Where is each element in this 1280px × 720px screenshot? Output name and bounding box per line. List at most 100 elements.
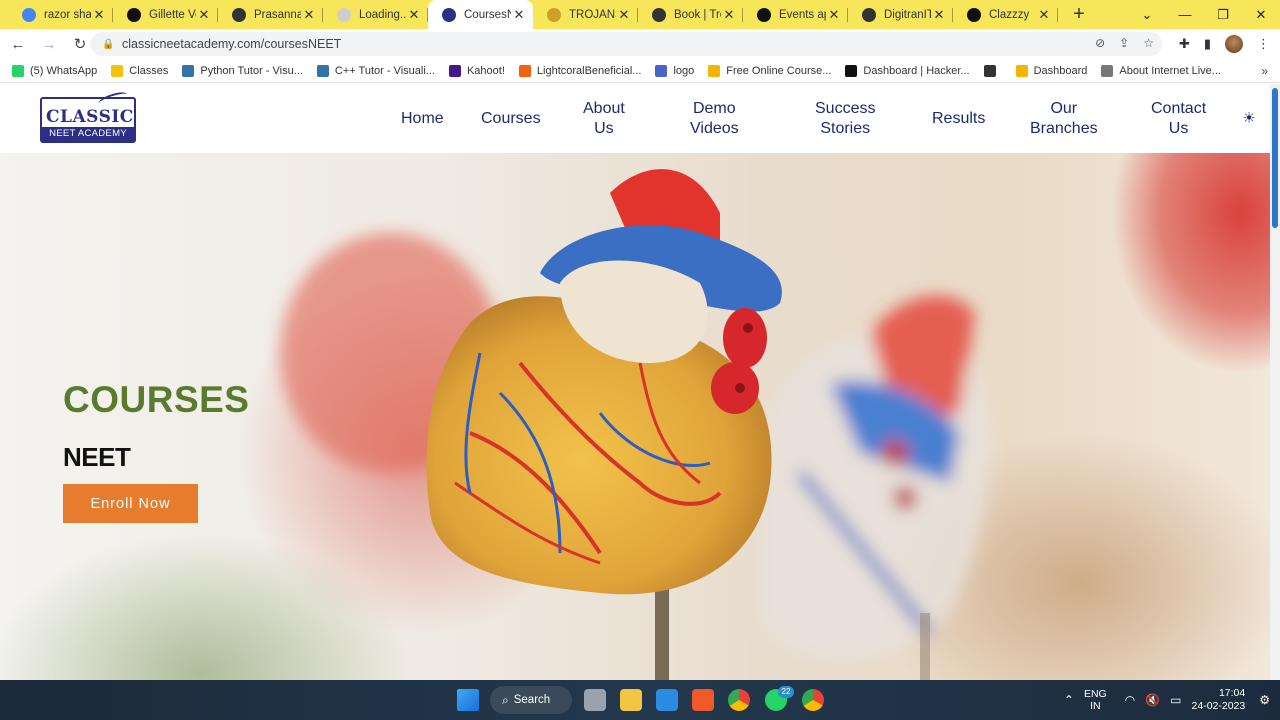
site-header: CLASSIC NEET ACADEMY Home Courses About Us… (0, 84, 1270, 153)
vscode-icon[interactable] (656, 689, 678, 711)
notifications-icon[interactable]: ⚙ (1259, 693, 1270, 707)
file-explorer-icon[interactable] (620, 689, 642, 711)
bookmark-item[interactable]: Dashboard | Hacker... (845, 64, 970, 77)
nav-success-stories[interactable]: Success Stories (815, 99, 875, 139)
window-controls: ⌄ — ❐ ✕ (1128, 0, 1280, 29)
bookmark-item[interactable] (983, 64, 1002, 77)
browser-tab[interactable]: TROJANS |✕ (533, 0, 638, 29)
nav-results[interactable]: Results (932, 109, 985, 129)
browser-tab[interactable]: Loading... ✕ (323, 0, 428, 29)
scrollbar-thumb[interactable] (1272, 88, 1278, 228)
toolbar-right: ✚ ▮ ⋮ (1179, 35, 1270, 53)
close-tab-icon[interactable]: ✕ (931, 7, 947, 23)
language-indicator[interactable]: ENG IN (1084, 688, 1107, 712)
site-icon (442, 7, 456, 22)
globe-icon (862, 7, 876, 22)
nav-courses[interactable]: Courses (481, 109, 541, 129)
close-tab-icon[interactable]: ✕ (406, 7, 422, 23)
nav-our-branches[interactable]: Our Branches (1030, 99, 1098, 139)
bookmark-favicon (316, 64, 329, 77)
clock-time: 17:04 (1218, 687, 1246, 699)
tab-search-icon[interactable]: ⌄ (1128, 7, 1166, 23)
chrome-icon[interactable] (728, 689, 750, 711)
bookmark-favicon (655, 64, 668, 77)
bookmark-favicon (1015, 64, 1028, 77)
bookmark-label: Dashboard (1033, 64, 1088, 77)
bookmark-label: LightcoralBeneficial... (536, 64, 642, 77)
close-tab-icon[interactable]: ✕ (196, 7, 212, 23)
close-tab-icon[interactable]: ✕ (301, 7, 317, 23)
address-bar[interactable]: 🔒 classicneetacademy.com/coursesNEET ⊘ ⇪… (90, 32, 1162, 56)
nav-contact-us[interactable]: Contact Us (1151, 99, 1206, 139)
browser-tab[interactable]: Clazzzy ✕ (953, 0, 1058, 29)
bookmark-label: Python Tutor - Visu... (200, 64, 303, 77)
trojans-icon (547, 7, 561, 22)
browser-tab[interactable]: CoursesNee✕ (428, 0, 533, 29)
minimize-button[interactable]: — (1166, 7, 1204, 22)
page-scrollbar[interactable] (1270, 84, 1280, 680)
task-view-icon[interactable] (584, 689, 606, 711)
browser-tab[interactable]: Book | Trek✕ (638, 0, 743, 29)
nav-demo-videos[interactable]: Demo Videos (690, 99, 739, 139)
maximize-button[interactable]: ❐ (1204, 7, 1242, 23)
bookmarks-overflow-icon[interactable]: » (1261, 64, 1268, 78)
bookmark-favicon (845, 64, 858, 77)
bookmark-item[interactable]: Kahoot! (448, 64, 505, 77)
share-icon[interactable]: ⇪ (1119, 36, 1129, 50)
lock-icon[interactable]: 🔒 (102, 39, 116, 50)
forward-button[interactable]: → (36, 36, 62, 53)
browser-tab[interactable]: Events app✕ (743, 0, 848, 29)
enroll-now-button[interactable]: Enroll Now (63, 484, 198, 523)
bookmark-item[interactable]: About Internet Live... (1101, 64, 1221, 77)
bookmark-label: Free Online Course... (726, 64, 832, 77)
blocked-icon[interactable]: ⊘ (1095, 36, 1105, 50)
browser-tab[interactable]: razor shavi✕ (8, 0, 113, 29)
tab-separator (1057, 8, 1058, 22)
bookmark-item[interactable]: Free Online Course... (708, 64, 832, 77)
bookmark-star-icon[interactable]: ☆ (1143, 36, 1154, 50)
chevron-up-icon[interactable]: ⌃ (1064, 693, 1074, 707)
profile-avatar[interactable] (1225, 35, 1243, 53)
close-tab-icon[interactable]: ✕ (721, 7, 737, 23)
site-logo[interactable]: CLASSIC NEET ACADEMY (40, 89, 136, 143)
mute-icon[interactable]: 🔇 (1145, 693, 1160, 707)
new-tab-button[interactable]: + (1064, 0, 1094, 29)
browser-tab[interactable]: DigitranIT ✕ (848, 0, 953, 29)
clock[interactable]: 17:04 24-02-2023 (1192, 687, 1246, 713)
brave-icon[interactable] (692, 689, 714, 711)
system-tray: ⌃ ENG IN ◠ 🔇 ▭ 17:04 24-02-2023 ⚙ (1064, 680, 1280, 720)
bookmark-item[interactable]: LightcoralBeneficial... (518, 64, 642, 77)
close-tab-icon[interactable]: ✕ (616, 7, 632, 23)
sun-icon[interactable]: ☀ (1241, 111, 1257, 127)
taskbar-search[interactable]: ⌕ Search (490, 686, 572, 714)
nav-home[interactable]: Home (401, 109, 444, 129)
browser-tab[interactable]: Prasanna-1✕ (218, 0, 323, 29)
close-window-button[interactable]: ✕ (1242, 7, 1280, 23)
bookmark-item[interactable]: logo (655, 64, 694, 77)
extensions-icon[interactable]: ✚ (1179, 36, 1190, 52)
bookmarks-bar: (5) WhatsApp Classes Python Tutor - Visu..… (0, 59, 1280, 83)
bookmark-item[interactable]: Python Tutor - Visu... (182, 64, 303, 77)
close-tab-icon[interactable]: ✕ (91, 7, 107, 23)
bookmark-item[interactable]: C++ Tutor - Visuali... (316, 64, 435, 77)
chrome-profile-icon[interactable] (802, 689, 824, 711)
back-button[interactable]: ← (5, 36, 31, 53)
menu-icon[interactable]: ⋮ (1257, 36, 1270, 52)
tab-title: Prasanna-1 (254, 8, 301, 21)
close-tab-icon[interactable]: ✕ (1036, 7, 1052, 23)
bookmark-item[interactable]: Dashboard (1015, 64, 1088, 77)
nav-about-us[interactable]: About Us (583, 99, 625, 139)
bookmark-item[interactable]: Classes (111, 64, 168, 77)
address-bar-actions: ⊘ ⇪ ☆ (1095, 36, 1154, 50)
bookmark-item[interactable]: (5) WhatsApp (12, 64, 97, 77)
side-panel-icon[interactable]: ▮ (1204, 36, 1211, 52)
browser-tab[interactable]: Gillette Ver✕ (113, 0, 218, 29)
wifi-icon[interactable]: ◠ (1125, 693, 1135, 707)
bookmark-favicon (448, 64, 461, 77)
start-windows-icon[interactable] (457, 689, 479, 711)
close-tab-icon[interactable]: ✕ (511, 7, 527, 23)
tab-title: Gillette Ver (149, 8, 196, 21)
close-tab-icon[interactable]: ✕ (826, 7, 842, 23)
battery-icon[interactable]: ▭ (1170, 693, 1181, 707)
clock-date: 24-02-2023 (1191, 700, 1246, 712)
